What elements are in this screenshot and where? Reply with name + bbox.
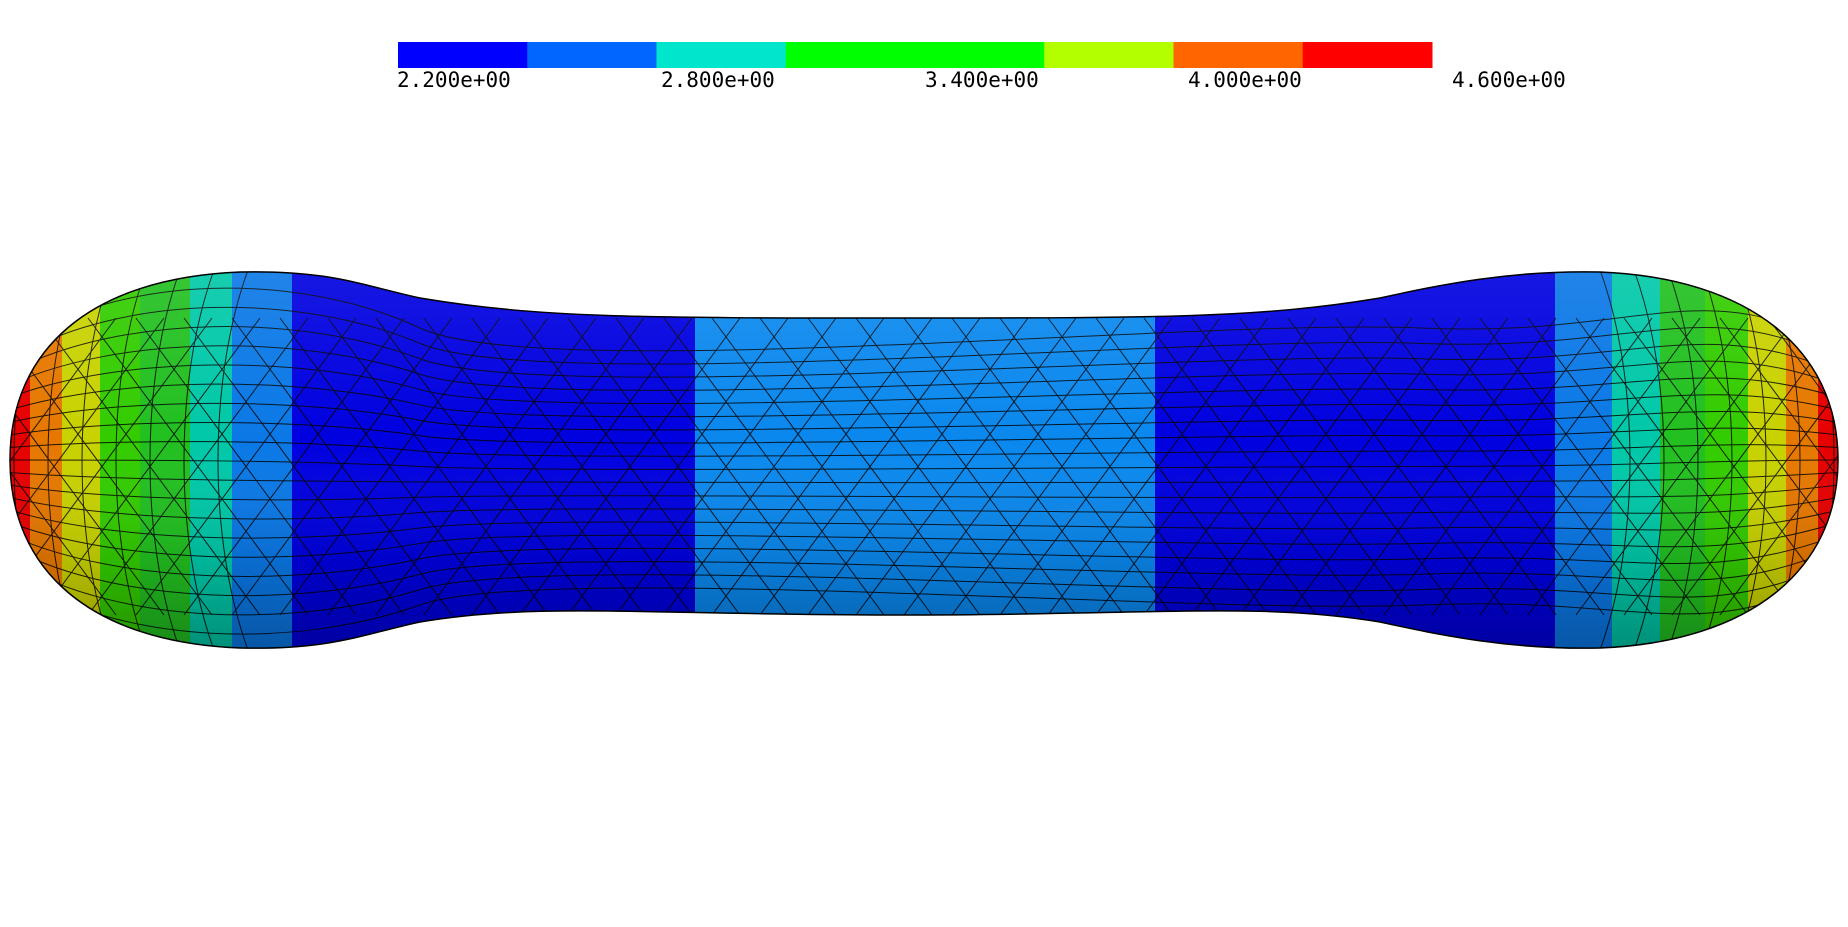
render-viewport: 2.200e+00 2.800e+00 3.400e+00 4.000e+00 … bbox=[0, 0, 1848, 927]
mesh-surface bbox=[9, 271, 1839, 649]
surface-fill bbox=[10, 271, 1838, 649]
